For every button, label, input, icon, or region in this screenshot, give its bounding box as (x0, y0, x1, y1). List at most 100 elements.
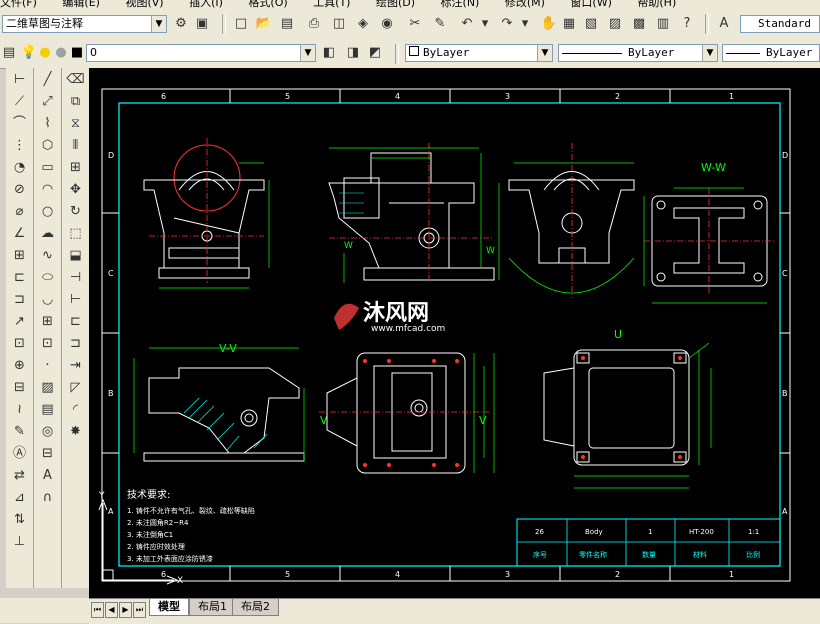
insert-block-icon[interactable]: ⊞ (37, 312, 59, 332)
publish-icon[interactable]: ◈ (354, 15, 372, 33)
copy-icon[interactable]: ⧉ (65, 92, 87, 112)
new-file-icon[interactable]: □ (232, 15, 250, 33)
color-select[interactable]: ByLayer ▼ (405, 44, 553, 62)
join-icon[interactable]: ⇥ (65, 356, 87, 376)
gradient-icon[interactable]: ▤ (37, 400, 59, 420)
layer-states-icon[interactable]: ◩ (366, 44, 384, 62)
model-space-canvas[interactable]: 6 5 4 3 2 1 6 5 4 3 2 1 D C B A D C B A (89, 68, 820, 598)
last-tab-icon[interactable]: ⏭ (133, 602, 146, 618)
center-mark-icon[interactable]: ⊕ (9, 356, 31, 376)
tab-layout1[interactable]: 布局1 (189, 599, 236, 616)
rotate-icon[interactable]: ↻ (65, 202, 87, 222)
line-icon[interactable]: ╱ (37, 70, 59, 90)
make-block-icon[interactable]: ⊡ (37, 334, 59, 354)
help-icon[interactable]: ? (678, 15, 696, 33)
menu-draw[interactable]: 绘图(D) (376, 0, 415, 8)
dim-text-edit-icon[interactable]: Ⓐ (9, 444, 31, 464)
lineweight-select[interactable]: ByLayer (722, 44, 820, 62)
redo-icon[interactable]: ↷ (498, 15, 516, 33)
magnet-icon[interactable]: ∩ (37, 488, 59, 508)
mirror-icon[interactable]: ⧖ (65, 114, 87, 134)
properties-icon[interactable]: ▦ (560, 15, 578, 33)
dim-update-icon[interactable]: ⇄ (9, 466, 31, 486)
arc-icon[interactable]: ◠ (37, 180, 59, 200)
pan-icon[interactable]: ✋ (540, 15, 558, 33)
chevron-down-icon[interactable]: ▼ (151, 16, 166, 32)
make-current-layer-icon[interactable]: ◧ (320, 44, 338, 62)
3d-dwf-icon[interactable]: ◉ (378, 15, 396, 33)
move-icon[interactable]: ✥ (65, 180, 87, 200)
break-icon[interactable]: ⊐ (65, 334, 87, 354)
radius-icon[interactable]: ◔ (9, 158, 31, 178)
rectangle-icon[interactable]: ▭ (37, 158, 59, 178)
explode-icon[interactable]: ✸ (65, 422, 87, 442)
chevron-down-icon[interactable]: ▼ (537, 45, 552, 61)
fillet-icon[interactable]: ◜ (65, 400, 87, 420)
design-center-icon[interactable]: ▧ (582, 15, 600, 33)
sheet-set-icon[interactable]: ▩ (630, 15, 648, 33)
chamfer-icon[interactable]: ◸ (65, 378, 87, 398)
dim-style-icon[interactable]: ⊿ (9, 488, 31, 508)
ellipse-icon[interactable]: ⬭ (37, 268, 59, 288)
quick-leader-icon[interactable]: ↗ (9, 312, 31, 332)
text-style-icon[interactable]: A (715, 15, 733, 33)
linetype-select[interactable]: ByLayer ▼ (558, 44, 718, 62)
stretch-icon[interactable]: ⬓ (65, 246, 87, 266)
color-swatch-icon[interactable]: ■ (68, 44, 86, 62)
menu-insert[interactable]: 插入(I) (189, 0, 223, 8)
dim-space-icon[interactable]: ⇅ (9, 510, 31, 530)
dim-edit-icon[interactable]: ✎ (9, 422, 31, 442)
menu-file[interactable]: 文件(F) (0, 0, 37, 8)
circle-icon[interactable]: ○ (37, 202, 59, 222)
tab-layout2[interactable]: 布局2 (232, 599, 279, 616)
linear-dimension-icon[interactable]: ⊢ (9, 70, 31, 90)
prev-tab-icon[interactable]: ◀ (105, 602, 118, 618)
dim-break-icon[interactable]: ⊥ (9, 532, 31, 552)
ordinate-icon[interactable]: ⋮ (9, 136, 31, 156)
save-icon[interactable]: ▤ (278, 15, 296, 33)
aligned-dimension-icon[interactable]: ⟋ (9, 92, 31, 112)
workspace-settings-icon[interactable]: ⚙ (172, 15, 190, 33)
save-workspace-icon[interactable]: ▣ (193, 15, 211, 33)
next-tab-icon[interactable]: ▶ (119, 602, 132, 618)
table-icon[interactable]: ⊟ (37, 444, 59, 464)
redo-dropdown-icon[interactable]: ▾ (516, 15, 534, 33)
menu-tools[interactable]: 工具(T) (313, 0, 350, 8)
offset-icon[interactable]: ⫴ (65, 136, 87, 156)
erase-icon[interactable]: ⌫ (65, 70, 87, 90)
undo-dropdown-icon[interactable]: ▾ (476, 15, 494, 33)
point-icon[interactable]: · (37, 356, 59, 376)
scale-icon[interactable]: ⬚ (65, 224, 87, 244)
inspection-icon[interactable]: ⊟ (9, 378, 31, 398)
open-folder-icon[interactable]: 📂 (255, 15, 273, 33)
ellipse-arc-icon[interactable]: ◡ (37, 290, 59, 310)
spline-icon[interactable]: ∿ (37, 246, 59, 266)
layer-previous-icon[interactable]: ◨ (344, 44, 362, 62)
workspace-select[interactable]: 二维草图与注释 ▼ (2, 15, 167, 33)
chevron-down-icon[interactable]: ▼ (300, 45, 315, 61)
trim-icon[interactable]: ⊣ (65, 268, 87, 288)
text-style-select[interactable]: Standard (740, 15, 820, 33)
extend-icon[interactable]: ⊢ (65, 290, 87, 310)
quick-dimension-icon[interactable]: ⊞ (9, 246, 31, 266)
undo-icon[interactable]: ↶ (458, 15, 476, 33)
plot-preview-icon[interactable]: ◫ (330, 15, 348, 33)
continue-icon[interactable]: ⊐ (9, 290, 31, 310)
first-tab-icon[interactable]: ⏮ (91, 602, 104, 618)
baseline-icon[interactable]: ⊏ (9, 268, 31, 288)
tab-model[interactable]: 模型 (149, 599, 189, 616)
tool-palettes-icon[interactable]: ▨ (606, 15, 624, 33)
match-properties-icon[interactable]: ✎ (431, 15, 449, 33)
chevron-down-icon[interactable]: ▼ (702, 45, 717, 61)
menu-modify[interactable]: 修改(M) (505, 0, 545, 8)
angular-icon[interactable]: ∠ (9, 224, 31, 244)
print-icon[interactable]: ⎙ (305, 15, 323, 33)
menu-edit[interactable]: 编辑(E) (62, 0, 100, 8)
jogged-linear-icon[interactable]: ≀ (9, 400, 31, 420)
array-icon[interactable]: ⊞ (65, 158, 87, 178)
menu-window[interactable]: 窗口(W) (570, 0, 611, 8)
layer-manager-icon[interactable]: ▤ (0, 44, 18, 62)
cut-icon[interactable]: ✂ (406, 15, 424, 33)
region-icon[interactable]: ◎ (37, 422, 59, 442)
jogged-icon[interactable]: ⊘ (9, 180, 31, 200)
